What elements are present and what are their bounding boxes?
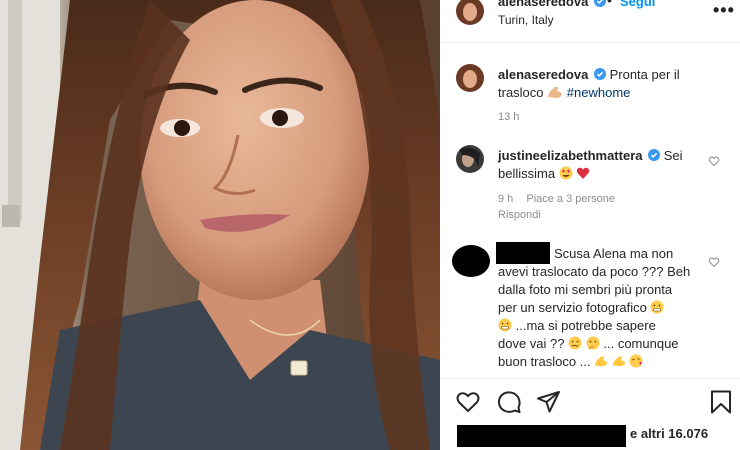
thinking-face-emoji bbox=[586, 336, 600, 350]
grimacing-emoji bbox=[498, 318, 512, 332]
face-blowing-kiss-emoji bbox=[629, 354, 643, 368]
actions-divider bbox=[440, 378, 740, 379]
comment-1-reply-button[interactable]: Rispondi bbox=[498, 209, 541, 221]
comment-1: justineelizabethmattera Sei bellissima bbox=[498, 147, 708, 183]
likes-count[interactable]: e altri 16.076 bbox=[630, 426, 708, 441]
comment-2-line-4: per un servizio fotografico bbox=[498, 300, 647, 315]
share-icon[interactable] bbox=[536, 389, 562, 415]
caption-time[interactable]: 13 h bbox=[498, 111, 519, 123]
comment-2-like-icon[interactable] bbox=[708, 256, 720, 268]
post-location[interactable]: Turin, Italy bbox=[498, 13, 554, 27]
caption-avatar[interactable] bbox=[456, 64, 484, 92]
comment-2-line-3: dalla foto mi sembri più pronta bbox=[498, 282, 673, 297]
commenter-2-avatar-redacted[interactable] bbox=[452, 245, 490, 277]
heart-icon[interactable] bbox=[455, 389, 481, 415]
comment-1-like-icon[interactable] bbox=[708, 155, 720, 167]
comment-1-time[interactable]: 9 h bbox=[498, 193, 513, 205]
bookmark-icon[interactable] bbox=[708, 389, 734, 415]
caption-username[interactable]: alenaseredova bbox=[498, 67, 588, 82]
verified-badge-icon bbox=[593, 68, 606, 80]
caption: alenaseredova Pronta per il trasloco #ne… bbox=[498, 66, 698, 102]
comment-1-meta: 9 h Piace a 3 persone bbox=[498, 193, 625, 205]
header-username[interactable]: alenaseredova bbox=[498, 0, 606, 9]
redacted-liker-name bbox=[457, 425, 626, 447]
comment-2-line-7: buon trasloco ... bbox=[498, 354, 591, 369]
follow-button[interactable]: Segui bbox=[620, 0, 655, 9]
confused-face-emoji bbox=[568, 336, 582, 350]
comment-1-likes[interactable]: Piace a 3 persone bbox=[526, 193, 615, 205]
post-photo[interactable] bbox=[0, 0, 440, 450]
flexed-biceps-emoji bbox=[595, 356, 608, 367]
heart-eyes-emoji bbox=[559, 166, 573, 180]
comment-2-line-6: dove vai ?? bbox=[498, 336, 565, 351]
verified-badge-icon bbox=[593, 0, 606, 7]
commenter-avatar[interactable] bbox=[456, 145, 484, 173]
caption-hashtag[interactable]: #newhome bbox=[567, 85, 631, 100]
comment-2: Scusa Alena ma non avevi traslocato da p… bbox=[498, 245, 710, 371]
red-heart-emoji bbox=[577, 167, 590, 179]
more-options-icon[interactable]: ••• bbox=[713, 0, 735, 21]
selfie-image bbox=[0, 0, 440, 450]
header-separator: • bbox=[607, 0, 612, 8]
comment-2-line-1: Scusa Alena ma non bbox=[554, 246, 674, 261]
flexed-biceps-emoji bbox=[548, 86, 563, 98]
verified-badge-icon bbox=[648, 149, 661, 161]
header-divider bbox=[440, 42, 740, 43]
comment-2-line-5: ...ma si potrebbe sapere bbox=[515, 318, 656, 333]
flexed-biceps-emoji bbox=[612, 356, 625, 367]
grimacing-emoji bbox=[650, 300, 664, 314]
comment-2-line-2: avevi traslocato da poco ??? Beh bbox=[498, 264, 691, 279]
comment-1-username[interactable]: justineelizabethmattera bbox=[498, 148, 643, 163]
comment-2-line-6b: ... comunque bbox=[603, 336, 679, 351]
comment-icon[interactable] bbox=[496, 389, 522, 415]
